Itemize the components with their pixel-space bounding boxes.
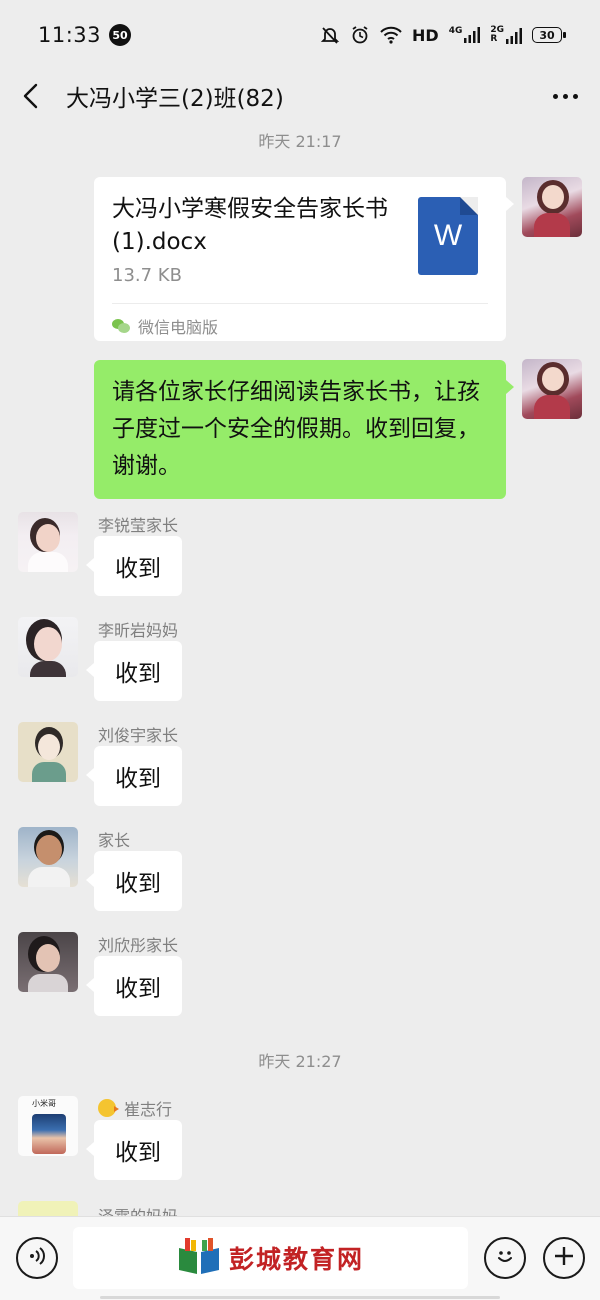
sender-name: 泽霖的妈妈	[98, 1203, 178, 1216]
sender-name: 李昕岩妈妈	[98, 621, 179, 640]
timestamp: 昨天 21:27	[258, 1052, 342, 1071]
more-options-icon[interactable]	[553, 93, 578, 99]
smiley-icon	[493, 1244, 517, 1272]
file-name: 大冯小学寒假安全告家长书(1).docx	[112, 196, 388, 255]
message-row: 小米哥 崔志行 收到	[18, 1096, 578, 1196]
avatar[interactable]	[18, 1201, 78, 1216]
book-logo-icon	[177, 1236, 221, 1280]
file-source: 微信电脑版	[112, 303, 488, 338]
message-bubble[interactable]: 收到	[86, 851, 182, 911]
wifi-icon	[380, 26, 402, 44]
avatar-label: 小米哥	[32, 1099, 56, 1108]
message-row: 泽霖的妈妈	[18, 1201, 578, 1216]
avatar[interactable]	[18, 932, 78, 992]
roaming-label: R	[490, 34, 498, 44]
word-document-icon: W	[418, 197, 478, 275]
avatar[interactable]	[18, 827, 78, 887]
message-bubble[interactable]: 收到	[86, 1120, 182, 1180]
watermark: 彭城教育网	[177, 1236, 364, 1280]
chick-emoji-icon	[98, 1099, 119, 1117]
message-bubble[interactable]: 收到	[86, 956, 182, 1016]
chat-header: 大冯小学三(2)班(82)	[0, 70, 600, 122]
own-text-message[interactable]: 请各位家长仔细阅读告家长书，让孩子度过一个安全的假期。收到回复，谢谢。	[94, 360, 514, 499]
mute-bell-icon	[320, 25, 340, 45]
file-message-card[interactable]: 大冯小学寒假安全告家长书(1).docx 13.7 KB W 微信电脑版	[94, 177, 514, 341]
avatar[interactable]: 小米哥	[18, 1096, 78, 1156]
plus-icon	[553, 1245, 575, 1271]
net-4g-label: 4G	[448, 26, 463, 36]
watermark-text: 彭城教育网	[228, 1245, 364, 1274]
message-bubble[interactable]: 收到	[86, 746, 182, 806]
message-bubble[interactable]: 收到	[86, 641, 182, 701]
hd-indicator: HD	[412, 25, 439, 45]
avatar[interactable]	[522, 359, 582, 419]
message-row: 李昕岩妈妈 收到	[18, 617, 578, 717]
message-row: 家长 收到	[18, 827, 578, 927]
sender-name: 崔志行	[98, 1096, 172, 1120]
avatar[interactable]	[522, 177, 582, 237]
input-bar: 彭城教育网	[0, 1216, 600, 1300]
sender-name: 家长	[98, 831, 131, 850]
wechat-icon	[112, 319, 130, 333]
sender-name: 李锐莹家长	[98, 516, 179, 535]
avatar[interactable]	[18, 512, 78, 572]
signal-2g-icon: 2G R	[490, 26, 522, 44]
sender-name: 刘俊宇家长	[98, 726, 179, 745]
avatar[interactable]	[18, 617, 78, 677]
signal-4g-icon: 4G	[449, 27, 481, 43]
word-icon-letter: W	[433, 219, 463, 252]
avatar[interactable]	[18, 722, 78, 782]
status-time: 11:33	[38, 23, 102, 47]
home-indicator	[100, 1296, 500, 1299]
sender-name-text: 崔志行	[124, 1100, 173, 1119]
battery-icon: 30	[532, 27, 566, 43]
emoji-button[interactable]	[484, 1237, 526, 1279]
file-source-label: 微信电脑版	[138, 318, 219, 337]
message-row: 刘欣彤家长 收到	[18, 932, 578, 1032]
alarm-icon	[350, 25, 370, 45]
back-arrow-icon[interactable]	[22, 82, 50, 110]
chat-title: 大冯小学三(2)班(82)	[66, 86, 284, 112]
message-row: 李锐莹家长 收到	[18, 512, 578, 612]
status-bar: 11:33 50 HD 4G 2G R 30	[0, 0, 600, 70]
more-functions-button[interactable]	[543, 1237, 585, 1279]
voice-icon	[27, 1246, 47, 1270]
message-bubble[interactable]: 收到	[86, 536, 182, 596]
status-icons: HD 4G 2G R 30	[320, 25, 566, 45]
message-input[interactable]: 彭城教育网	[73, 1227, 468, 1289]
notification-count-badge: 50	[109, 24, 132, 46]
sender-name: 刘欣彤家长	[98, 936, 179, 955]
message-row: 刘俊宇家长 收到	[18, 722, 578, 822]
voice-input-button[interactable]	[16, 1237, 58, 1279]
timestamp: 昨天 21:17	[258, 132, 342, 151]
